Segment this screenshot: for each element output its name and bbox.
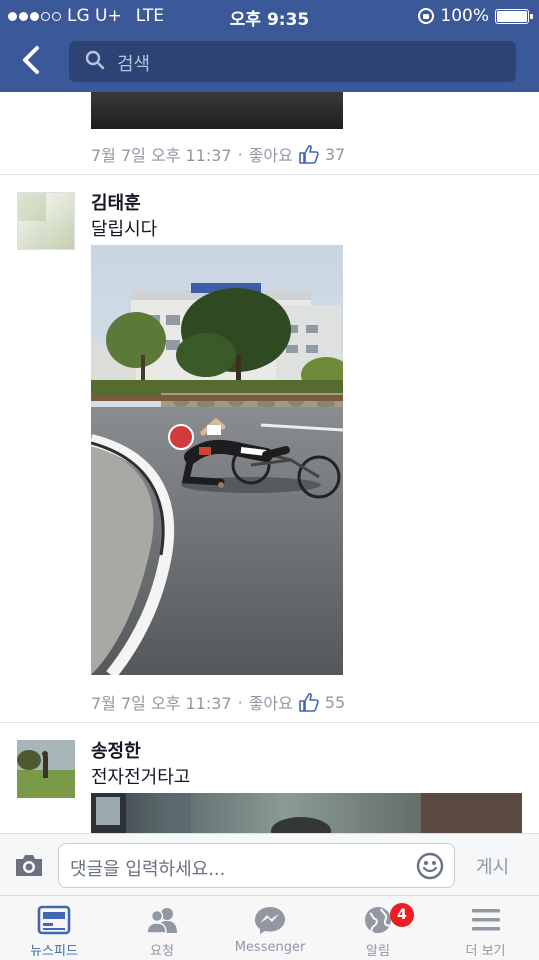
post-timestamp[interactable]: 7월 7일 오후 11:37 [91,142,232,166]
post-divider [0,722,539,723]
tab-messenger[interactable]: Messenger [216,896,324,960]
post-comment-button[interactable]: 게시 [476,853,509,879]
post-divider [0,174,539,175]
separator: · [237,692,243,712]
post-meta: 7월 7일 오후 11:37 · 좋아요 37 [91,142,345,166]
tab-label: 요청 [150,944,174,959]
comment-placeholder: 댓글을 입력하세요... [70,859,226,880]
chevron-left-icon [23,46,39,74]
news-feed-icon [37,905,71,935]
tab-label: Messenger [234,940,306,955]
like-button[interactable]: 좋아요 [249,690,293,714]
battery-percent: 100% [440,6,489,26]
friend-requests-icon [146,908,177,934]
tab-news-feed[interactable]: 뉴스피드 [0,896,108,960]
battery-icon [495,8,533,24]
like-count[interactable]: 55 [325,693,345,712]
post-text: 전자전거타고 [91,767,191,788]
avatar-photo [17,740,75,798]
status-right: 100% [418,6,533,26]
smiley-icon[interactable] [416,852,444,880]
rotation-lock-icon [418,8,435,24]
post-photo[interactable] [91,245,343,675]
comment-bar: 댓글을 입력하세요... 게시 [0,833,539,895]
messenger-icon [255,907,285,934]
tab-more[interactable]: 더 보기 [432,896,539,960]
post-meta: 7월 7일 오후 11:37 · 좋아요 55 [91,690,345,714]
thumbs-up-icon[interactable] [299,144,319,164]
like-count[interactable]: 37 [325,145,345,164]
separator: · [237,144,243,164]
post-photo-partial[interactable] [91,92,343,129]
post-author[interactable]: 송정한 [91,737,141,763]
like-button[interactable]: 좋아요 [249,142,293,166]
avatar[interactable] [17,192,75,250]
search-placeholder: 검색 [117,54,151,75]
post-timestamp[interactable]: 7월 7일 오후 11:37 [91,690,232,714]
post-author[interactable]: 김태훈 [91,189,141,215]
camera-icon[interactable] [14,852,44,878]
tab-label: 뉴스피드 [30,944,78,959]
post-photo-partial[interactable] [91,793,522,833]
tab-bar: 뉴스피드 요청 Messenger 알림 더 보기 [0,895,539,960]
tab-label: 알림 [366,944,390,959]
post-text: 달립시다 [91,219,158,240]
back-button[interactable] [16,44,48,76]
tab-label: 더 보기 [465,944,506,959]
comment-input[interactable]: 댓글을 입력하세요... [58,843,455,888]
feed[interactable]: 7월 7일 오후 11:37 · 좋아요 37 김태훈 달립시다 7월 7일 오… [0,92,539,833]
avatar[interactable] [17,740,75,798]
thumbs-up-icon[interactable] [299,692,319,712]
cyclist-photo [91,245,343,675]
notification-badge: 4 [390,903,414,927]
post-photo-preview [91,793,522,833]
search-input[interactable]: 검색 [69,41,516,82]
search-icon [85,50,105,70]
tab-requests[interactable]: 요청 [108,896,216,960]
status-bar: LG U+ LTE 오후 9:35 100% [0,0,539,32]
tab-notifications[interactable]: 알림 [324,896,432,960]
menu-icon [471,909,500,931]
navigation-header: LG U+ LTE 오후 9:35 100% 검색 [0,0,539,92]
